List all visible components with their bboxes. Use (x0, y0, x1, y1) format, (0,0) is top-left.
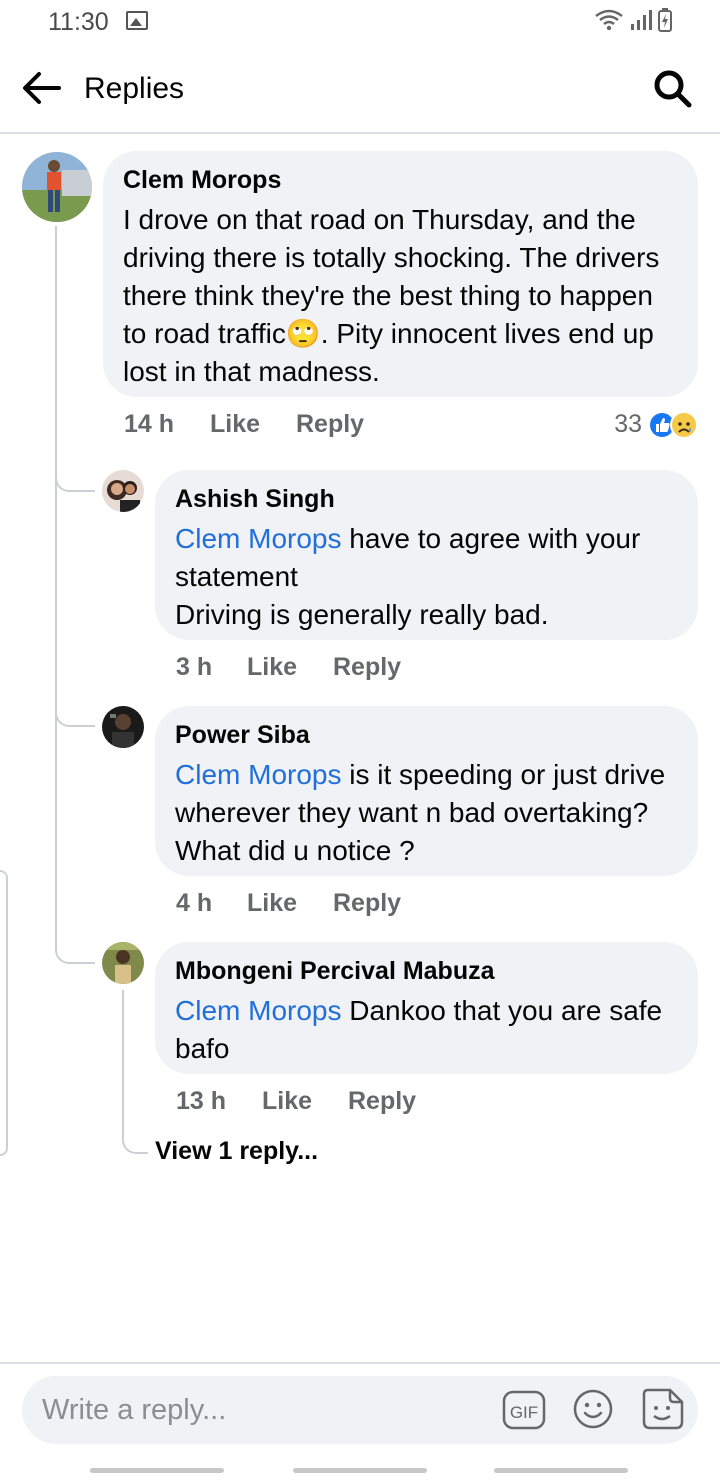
reply-button[interactable]: Reply (333, 653, 401, 682)
comment-actions: 14 h Like Reply (124, 410, 364, 439)
reply-button[interactable]: Reply (333, 889, 401, 918)
comment-text: Clem Morops have to agree with your stat… (175, 523, 641, 630)
comment-author[interactable]: Power Siba (175, 720, 678, 750)
comment-author[interactable]: Ashish Singh (175, 484, 678, 514)
gif-label: GIF (510, 1403, 538, 1422)
like-button[interactable]: Like (247, 889, 333, 918)
status-time: 11:30 (48, 8, 109, 36)
comment-bubble[interactable]: Clem Morops I drove on that road on Thur… (103, 151, 698, 397)
reply-button[interactable]: Reply (348, 1087, 416, 1116)
emoji-button[interactable] (572, 1388, 614, 1430)
side-panel-edge (0, 870, 8, 1156)
view-more-replies-link[interactable]: View 1 reply... (155, 1137, 318, 1166)
mention-link[interactable]: Clem Morops (175, 995, 341, 1026)
comment-actions: 13 h Like Reply (176, 1087, 416, 1116)
thread-branch (55, 470, 95, 492)
reaction-count: 33 (614, 410, 642, 438)
thread-branch (55, 705, 95, 727)
comment-actions: 4 h Like Reply (176, 889, 401, 918)
thread-line (55, 226, 57, 926)
nav-back-pill[interactable] (494, 1468, 628, 1473)
comment-author[interactable]: Clem Morops (123, 165, 678, 195)
thread-branch (55, 920, 95, 964)
sticker-button[interactable] (640, 1386, 686, 1432)
reply-input[interactable] (42, 1376, 482, 1444)
thread-branch (122, 990, 148, 1154)
sticker-icon (642, 1388, 684, 1430)
comment-bubble[interactable]: Mbongeni Percival Mabuza Clem Morops Dan… (155, 942, 698, 1074)
avatar[interactable] (22, 152, 92, 222)
sad-reaction-icon (670, 410, 698, 439)
comment-time[interactable]: 14 h (124, 410, 210, 439)
avatar[interactable] (102, 942, 144, 984)
comment-bubble[interactable]: Power Siba Clem Morops is it speeding or… (155, 706, 698, 876)
rolling-eyes-emoji: 🙄 (285, 318, 321, 349)
battery-charging-icon (658, 8, 672, 32)
comment-actions: 3 h Like Reply (176, 653, 401, 682)
search-button[interactable] (652, 68, 694, 110)
status-icons (594, 8, 672, 32)
wifi-icon (595, 9, 623, 31)
reactions-summary[interactable]: 33 (614, 410, 698, 439)
comment-text: I drove on that road on Thursday, and th… (123, 204, 660, 387)
comment-bubble[interactable]: Ashish Singh Clem Morops have to agree w… (155, 470, 698, 640)
nav-recents-pill[interactable] (90, 1468, 224, 1473)
comment-text: Clem Morops Dankoo that you are safe baf… (175, 995, 663, 1064)
avatar[interactable] (102, 706, 144, 748)
avatar[interactable] (102, 470, 144, 512)
comment-time[interactable]: 4 h (176, 889, 247, 918)
reply-composer: GIF (22, 1376, 698, 1444)
like-button[interactable]: Like (210, 410, 296, 439)
signal-icon (631, 10, 652, 30)
search-icon (654, 70, 692, 108)
back-button[interactable] (18, 68, 64, 108)
gif-icon: GIF (502, 1390, 546, 1430)
reply-button[interactable]: Reply (296, 410, 364, 439)
mention-link[interactable]: Clem Morops (175, 523, 341, 554)
like-button[interactable]: Like (247, 653, 333, 682)
comment-time[interactable]: 13 h (176, 1087, 262, 1116)
like-button[interactable]: Like (262, 1087, 348, 1116)
comment-text: Clem Morops is it speeding or just drive… (175, 759, 666, 866)
comment-time[interactable]: 3 h (176, 653, 247, 682)
nav-home-pill[interactable] (293, 1468, 427, 1473)
smiley-icon (573, 1389, 613, 1429)
back-arrow-icon (23, 72, 61, 104)
mention-link[interactable]: Clem Morops (175, 759, 341, 790)
gif-button[interactable]: GIF (502, 1390, 546, 1430)
reply-composer-bar: GIF (0, 1362, 720, 1480)
comment-author[interactable]: Mbongeni Percival Mabuza (175, 956, 678, 986)
app-bar: Replies (0, 44, 720, 134)
page-title: Replies (84, 72, 185, 105)
status-bar: 11:30 (0, 0, 720, 44)
image-notification-icon (126, 11, 148, 30)
